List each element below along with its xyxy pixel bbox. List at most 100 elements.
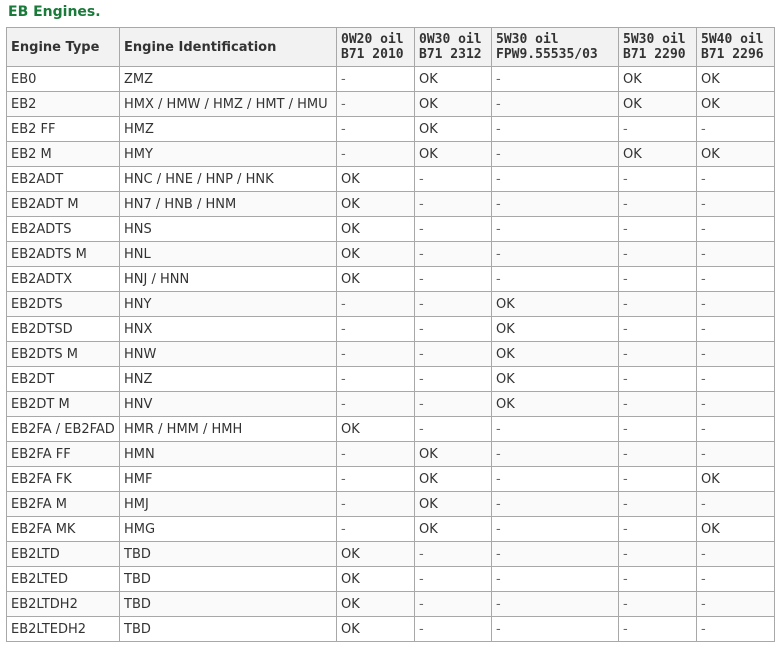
table-row: EB2LTD TBD OK - - - - bbox=[6, 541, 775, 567]
engine-type-cell: EB2FA FK bbox=[6, 466, 120, 492]
oil-compatibility-cell: - bbox=[414, 541, 492, 567]
oil-compatibility-cell: OK bbox=[414, 141, 492, 167]
engine-type-cell: EB2LTDH2 bbox=[6, 591, 120, 617]
engine-type-cell: EB2DT M bbox=[6, 391, 120, 417]
table-row: EB2ADTX HNJ / HNN OK - - - - bbox=[6, 266, 775, 292]
engine-type-cell: EB2FA FF bbox=[6, 441, 120, 467]
oil-compatibility-cell: - bbox=[618, 516, 697, 542]
oil-compatibility-cell: OK bbox=[336, 616, 415, 642]
oil-compatibility-cell: OK bbox=[491, 366, 619, 392]
oil-compatibility-cell: - bbox=[414, 266, 492, 292]
oil-compatibility-cell: - bbox=[491, 616, 619, 642]
table-row: EB2 FF HMZ - OK - - - bbox=[6, 116, 775, 142]
engine-identification-cell: HN7 / HNB / HNM bbox=[119, 191, 337, 217]
header-engine-type: Engine Type bbox=[6, 27, 120, 67]
oil-compatibility-cell: OK bbox=[618, 66, 697, 92]
oil-compatibility-cell: - bbox=[414, 616, 492, 642]
table-row: EB2LTDH2 TBD OK - - - - bbox=[6, 591, 775, 617]
table-row: EB2FA MK HMG - OK - - OK bbox=[6, 516, 775, 542]
table-row: EB2DTSD HNX - - OK - - bbox=[6, 316, 775, 342]
oil-compatibility-cell: - bbox=[414, 316, 492, 342]
engine-type-cell: EB2LTD bbox=[6, 541, 120, 567]
engine-identification-cell: HNW bbox=[119, 341, 337, 367]
oil-compatibility-cell: - bbox=[696, 316, 775, 342]
oil-compatibility-cell: - bbox=[696, 166, 775, 192]
oil-compatibility-cell: - bbox=[696, 341, 775, 367]
oil-compatibility-cell: OK bbox=[336, 216, 415, 242]
table-row: EB2DTS M HNW - - OK - - bbox=[6, 341, 775, 367]
engine-type-cell: EB2 bbox=[6, 91, 120, 117]
oil-compatibility-cell: - bbox=[696, 566, 775, 592]
oil-compatibility-cell: - bbox=[618, 241, 697, 267]
oil-compatibility-cell: - bbox=[414, 241, 492, 267]
header-oil-grade: 5W30 oil bbox=[496, 32, 559, 47]
engine-type-cell: EB2FA / EB2FAD bbox=[6, 416, 120, 442]
engine-identification-cell: TBD bbox=[119, 541, 337, 567]
oil-compatibility-cell: OK bbox=[414, 441, 492, 467]
oil-compatibility-cell: - bbox=[618, 291, 697, 317]
engine-identification-cell: HMG bbox=[119, 516, 337, 542]
engine-identification-cell: HMX / HMW / HMZ / HMT / HMU bbox=[119, 91, 337, 117]
oil-compatibility-cell: - bbox=[491, 591, 619, 617]
header-oil-5w40: 5W40 oil B71 2296 bbox=[696, 27, 775, 67]
oil-compatibility-cell: - bbox=[336, 491, 415, 517]
oil-compatibility-cell: - bbox=[336, 391, 415, 417]
oil-compatibility-cell: - bbox=[491, 191, 619, 217]
oil-compatibility-cell: OK bbox=[336, 416, 415, 442]
oil-compatibility-cell: - bbox=[696, 491, 775, 517]
oil-compatibility-cell: - bbox=[336, 441, 415, 467]
oil-compatibility-cell: - bbox=[336, 316, 415, 342]
table-row: EB0 ZMZ - OK - OK OK bbox=[6, 66, 775, 92]
oil-compatibility-cell: OK bbox=[336, 266, 415, 292]
oil-compatibility-cell: - bbox=[491, 566, 619, 592]
oil-compatibility-cell: - bbox=[336, 466, 415, 492]
oil-compatibility-cell: - bbox=[618, 391, 697, 417]
oil-compatibility-cell: - bbox=[618, 166, 697, 192]
oil-compatibility-cell: - bbox=[414, 216, 492, 242]
oil-compatibility-cell: - bbox=[414, 391, 492, 417]
table-row: EB2 HMX / HMW / HMZ / HMT / HMU - OK - OK OK bbox=[6, 91, 775, 117]
header-oil-spec: B71 2296 bbox=[701, 47, 764, 62]
engine-type-cell: EB2ADTS bbox=[6, 216, 120, 242]
engine-type-cell: EB2LTED bbox=[6, 566, 120, 592]
oil-compatibility-cell: OK bbox=[491, 291, 619, 317]
oil-compatibility-cell: OK bbox=[696, 91, 775, 117]
oil-compatibility-cell: OK bbox=[618, 91, 697, 117]
table-row: EB2 M HMY - OK - OK OK bbox=[6, 141, 775, 167]
oil-compatibility-cell: - bbox=[696, 191, 775, 217]
table-row: EB2DT M HNV - - OK - - bbox=[6, 391, 775, 417]
oil-compatibility-cell: OK bbox=[696, 141, 775, 167]
oil-compatibility-cell: - bbox=[618, 216, 697, 242]
oil-compatibility-cell: OK bbox=[491, 391, 619, 417]
oil-compatibility-cell: OK bbox=[696, 466, 775, 492]
oil-compatibility-cell: - bbox=[336, 341, 415, 367]
engine-identification-cell: HMR / HMM / HMH bbox=[119, 416, 337, 442]
engine-type-cell: EB2LTEDH2 bbox=[6, 616, 120, 642]
oil-compatibility-cell: - bbox=[414, 416, 492, 442]
engine-type-cell: EB2DTSD bbox=[6, 316, 120, 342]
table-row: EB2ADTS M HNL OK - - - - bbox=[6, 241, 775, 267]
oil-compatibility-cell: - bbox=[491, 66, 619, 92]
oil-compatibility-cell: - bbox=[336, 141, 415, 167]
table-row: EB2ADT HNC / HNE / HNP / HNK OK - - - - bbox=[6, 166, 775, 192]
engine-type-cell: EB2FA M bbox=[6, 491, 120, 517]
oil-compatibility-cell: - bbox=[618, 416, 697, 442]
header-oil-grade: 0W20 oil bbox=[341, 32, 404, 47]
oil-compatibility-cell: OK bbox=[696, 516, 775, 542]
engine-identification-cell: TBD bbox=[119, 566, 337, 592]
oil-compatibility-cell: OK bbox=[336, 566, 415, 592]
oil-compatibility-cell: OK bbox=[336, 166, 415, 192]
oil-compatibility-cell: - bbox=[336, 116, 415, 142]
oil-compatibility-cell: - bbox=[336, 516, 415, 542]
engine-identification-cell: HMY bbox=[119, 141, 337, 167]
oil-compatibility-cell: - bbox=[696, 216, 775, 242]
engine-type-cell: EB2DTS M bbox=[6, 341, 120, 367]
engine-identification-cell: HNZ bbox=[119, 366, 337, 392]
oil-compatibility-cell: - bbox=[618, 441, 697, 467]
oil-compatibility-cell: - bbox=[618, 366, 697, 392]
oil-compatibility-cell: - bbox=[491, 466, 619, 492]
header-oil-5w30-fpw: 5W30 oil FPW9.55535/03 bbox=[491, 27, 619, 67]
engine-type-cell: EB2DTS bbox=[6, 291, 120, 317]
oil-compatibility-cell: - bbox=[696, 441, 775, 467]
oil-compatibility-cell: - bbox=[336, 91, 415, 117]
